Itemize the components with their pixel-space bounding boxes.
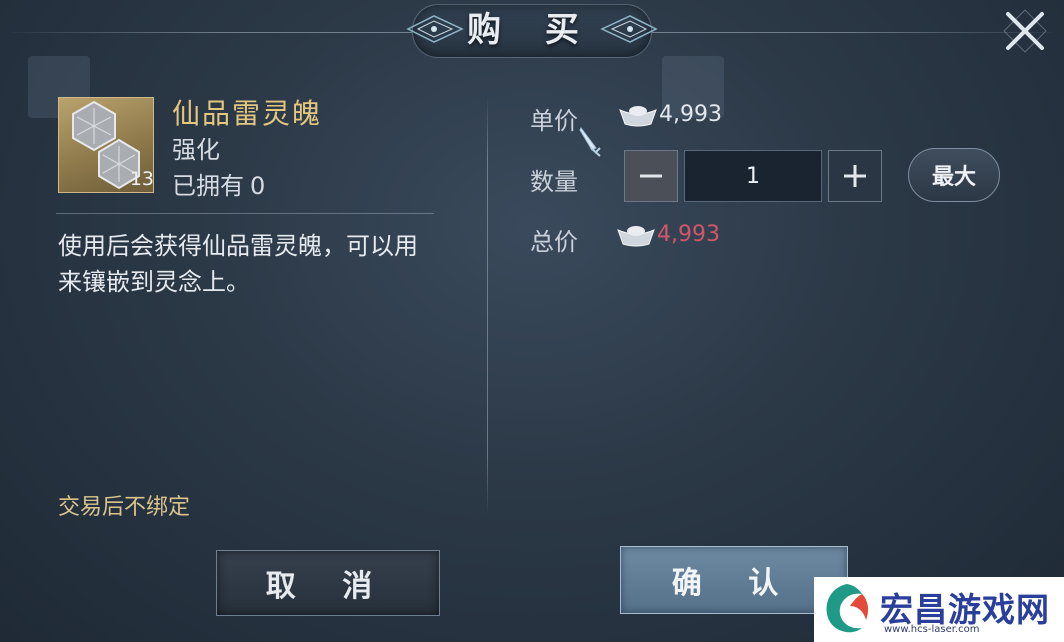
quantity-label: 数量 — [530, 168, 578, 196]
increase-quantity-button[interactable] — [828, 150, 882, 202]
cursor-sword-icon — [579, 127, 601, 157]
item-type: 强化 — [172, 136, 220, 164]
panel-divider — [487, 96, 488, 516]
decrease-quantity-button[interactable] — [624, 150, 678, 202]
unit-price-label: 单价 — [530, 107, 578, 135]
item-owned: 已拥有 0 — [172, 166, 265, 201]
close-icon[interactable] — [1000, 6, 1050, 56]
watermark-logo-icon — [826, 584, 869, 633]
dialog-title: 购 买 — [467, 10, 595, 50]
minus-icon — [640, 174, 662, 178]
bind-status-note: 交易后不绑定 — [58, 495, 191, 520]
total-price-value: 4,993 — [657, 222, 720, 247]
item-divider — [56, 213, 434, 214]
unit-price-value: 4,993 — [659, 102, 722, 127]
silver-ingot-icon — [619, 106, 657, 127]
item-description: 使用后会获得仙品雷灵魄，可以用来镶嵌到灵念上。 — [58, 232, 418, 296]
max-quantity-button[interactable]: 最大 — [908, 148, 1000, 202]
silver-ingot-icon — [617, 226, 655, 247]
owned-count: 0 — [250, 172, 266, 200]
owned-label: 已拥有 — [172, 172, 244, 200]
plus-icon — [844, 165, 866, 187]
item-stack-count: 13 — [129, 168, 154, 190]
quantity-input[interactable] — [684, 150, 822, 202]
watermark-url: www.hcs-laser.com — [884, 624, 980, 635]
cancel-button[interactable]: 取 消 — [216, 550, 440, 616]
total-price-label: 总价 — [530, 228, 578, 256]
item-name: 仙品雷灵魄 — [172, 97, 323, 130]
